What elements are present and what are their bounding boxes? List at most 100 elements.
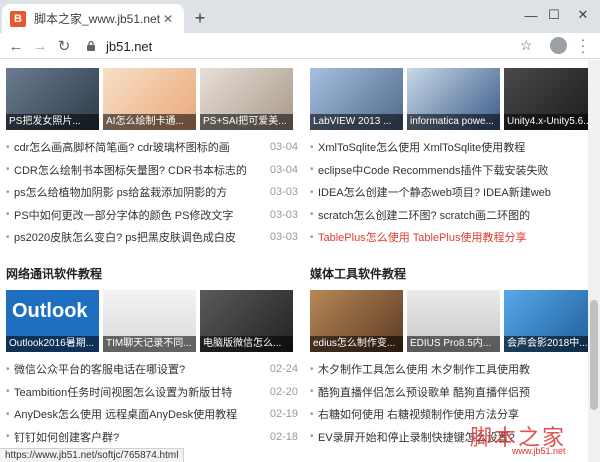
- left-top-block: PS把发女照片... AI怎么绘制卡通... PS+SAI把可爱美... • cd…: [6, 68, 298, 249]
- list-item[interactable]: • scratch怎么创建二环图? scratch画二环图的: [310, 204, 588, 227]
- browser-tab[interactable]: B 脚本之家_www.jb51.net ✕: [2, 4, 184, 33]
- list-item-title[interactable]: PS中如何更改一部分字体的颜色 PS修改文字: [14, 207, 264, 223]
- forward-button[interactable]: →: [31, 37, 49, 55]
- thumb-caption[interactable]: Unity4.x-Unity5.6...: [504, 114, 588, 130]
- thumb-row: Outlook Outlook2016暑期... TIM聊天记录不同... 电脑…: [6, 290, 298, 352]
- list-item[interactable]: • CDR怎么绘制书本图标矢量图? CDR书本标志的 03-04: [6, 159, 298, 182]
- thumb-caption[interactable]: EDIUS Pro8.5内...: [407, 336, 500, 352]
- thumb-caption[interactable]: edius怎么制作变...: [310, 336, 403, 352]
- list-item[interactable]: • 酷狗直播伴侣怎么预设歌单 酷狗直播伴侣预: [310, 381, 588, 404]
- thumb-caption[interactable]: PS把发女照片...: [6, 114, 99, 130]
- bullet-icon: •: [310, 231, 314, 243]
- thumb-card[interactable]: Unity4.x-Unity5.6...: [504, 68, 588, 130]
- list-item-title[interactable]: 微信公众平台的客服电话在哪设置?: [14, 361, 264, 377]
- list-item[interactable]: • PS中如何更改一部分字体的颜色 PS修改文字 03-03: [6, 204, 298, 227]
- lock-icon[interactable]: [84, 39, 98, 53]
- thumb-card[interactable]: 电脑版微信怎么...: [200, 290, 293, 352]
- thumb-caption[interactable]: 电脑版微信怎么...: [200, 336, 293, 352]
- bullet-icon: •: [6, 231, 10, 243]
- bullet-icon: •: [310, 141, 314, 153]
- reload-button[interactable]: ↻: [55, 37, 73, 55]
- menu-dots-icon[interactable]: · · ·: [578, 32, 588, 58]
- vertical-scrollbar[interactable]: [588, 60, 600, 462]
- bullet-icon: •: [310, 363, 314, 375]
- list-item[interactable]: • cdr怎么画高脚杯简笔画? cdr玻璃杯图标的画 03-04: [6, 136, 298, 159]
- thumb-caption[interactable]: Outlook2016暑期...: [6, 336, 99, 352]
- thumb-caption[interactable]: TIM聊天记录不同...: [103, 336, 196, 352]
- list-item[interactable]: • ps2020皮肤怎么变白? ps把黑皮肤调色成白皮 03-03: [6, 226, 298, 249]
- thumb-card[interactable]: TIM聊天记录不同...: [103, 290, 196, 352]
- thumb-card[interactable]: Outlook Outlook2016暑期...: [6, 290, 99, 352]
- bullet-icon: •: [310, 209, 314, 221]
- site-favicon-icon: B: [10, 10, 26, 27]
- list-item-title[interactable]: 木夕制作工具怎么使用 木夕制作工具使用教: [318, 361, 588, 377]
- list-item-title[interactable]: 钉钉如何创建客户群?: [14, 429, 264, 445]
- url-text[interactable]: jb51.net: [106, 39, 152, 54]
- thumb-card[interactable]: LabVIEW 2013 ...: [310, 68, 403, 130]
- tab-strip: B 脚本之家_www.jb51.net ✕ + — ☐ ✕: [0, 0, 600, 33]
- list-item[interactable]: • eclipse中Code Recommends插件下载安装失败: [310, 159, 588, 182]
- list-item-title[interactable]: IDEA怎么创建一个静态web项目? IDEA新建web: [318, 184, 588, 200]
- address-bar[interactable]: jb51.net: [76, 34, 546, 58]
- list-item[interactable]: • IDEA怎么创建一个静态web项目? IDEA新建web: [310, 181, 588, 204]
- outlook-logo: Outlook: [12, 300, 88, 322]
- list-item[interactable]: • ps怎么给植物加阴影 ps给盆栽添加阴影的方 03-03: [6, 181, 298, 204]
- thumb-card[interactable]: PS+SAI把可爱美...: [200, 68, 293, 130]
- thumb-caption[interactable]: LabVIEW 2013 ...: [310, 114, 403, 130]
- list-item-title[interactable]: 酷狗直播伴侣怎么预设歌单 酷狗直播伴侣预: [318, 384, 588, 400]
- profile-avatar[interactable]: [550, 37, 567, 54]
- list-item-date: 02-19: [269, 408, 298, 421]
- bullet-icon: •: [310, 164, 314, 176]
- bullet-icon: •: [6, 209, 10, 221]
- bullet-icon: •: [6, 141, 10, 153]
- list-item-date: 02-20: [269, 385, 298, 398]
- list-item-date: 02-18: [269, 430, 298, 443]
- list-item-title[interactable]: AnyDesk怎么使用 远程桌面AnyDesk使用教程: [14, 406, 264, 422]
- list-item-title[interactable]: scratch怎么创建二环图? scratch画二环图的: [318, 207, 588, 223]
- bullet-icon: •: [310, 186, 314, 198]
- list-item[interactable]: • 微信公众平台的客服电话在哪设置? 02-24: [6, 358, 298, 381]
- list-item-title[interactable]: eclipse中Code Recommends插件下载安装失败: [318, 162, 588, 178]
- section-title[interactable]: 网络通讯软件教程: [6, 264, 298, 284]
- thumb-card[interactable]: edius怎么制作变...: [310, 290, 403, 352]
- list-item-title[interactable]: XmlToSqlite怎么使用 XmlToSqlite使用教程: [318, 139, 588, 155]
- watermark-url: www.jb51.net: [512, 446, 566, 456]
- close-tab-icon[interactable]: ✕: [160, 11, 176, 27]
- thumb-card[interactable]: informatica powe...: [407, 68, 500, 130]
- back-button[interactable]: ←: [7, 37, 25, 55]
- list-item-title[interactable]: ps怎么给植物加阴影 ps给盆栽添加阴影的方: [14, 184, 264, 200]
- browser-toolbar: ← → ↻ jb51.net ☆ · · ·: [0, 32, 600, 59]
- list-item-title[interactable]: cdr怎么画高脚杯简笔画? cdr玻璃杯图标的画: [14, 139, 264, 155]
- thumb-caption[interactable]: 会声会影2018中...: [504, 336, 588, 352]
- scrollbar-thumb[interactable]: [590, 300, 598, 410]
- bullet-icon: •: [310, 386, 314, 398]
- list-item-title[interactable]: TablePlus怎么使用 TablePlus使用教程分享: [318, 229, 588, 245]
- thumb-caption[interactable]: PS+SAI把可爱美...: [200, 114, 293, 130]
- list-item[interactable]: • 钉钉如何创建客户群? 02-18: [6, 426, 298, 449]
- thumb-card[interactable]: EDIUS Pro8.5内...: [407, 290, 500, 352]
- thumb-card[interactable]: 会声会影2018中...: [504, 290, 588, 352]
- right-top-block: LabVIEW 2013 ... informatica powe... Uni…: [310, 68, 588, 249]
- thumb-caption[interactable]: informatica powe...: [407, 114, 500, 130]
- bookmark-star-icon[interactable]: ☆: [520, 37, 533, 54]
- list-item-title[interactable]: CDR怎么绘制书本图标矢量图? CDR书本标志的: [14, 162, 264, 178]
- close-window-button[interactable]: ✕: [560, 0, 600, 30]
- list-item[interactable]: • 木夕制作工具怎么使用 木夕制作工具使用教: [310, 358, 588, 381]
- list-item-date: 03-03: [269, 231, 298, 244]
- page-content: PS把发女照片... AI怎么绘制卡通... PS+SAI把可爱美... • cd…: [0, 60, 588, 462]
- list-item-title[interactable]: ps2020皮肤怎么变白? ps把黑皮肤调色成白皮: [14, 229, 264, 245]
- new-tab-button[interactable]: +: [192, 9, 208, 27]
- list-item[interactable]: • Teambition任务时间视图怎么设置为新版甘特 02-20: [6, 381, 298, 404]
- thumb-card[interactable]: AI怎么绘制卡通...: [103, 68, 196, 130]
- list-item[interactable]: • XmlToSqlite怎么使用 XmlToSqlite使用教程: [310, 136, 588, 159]
- bullet-icon: •: [6, 431, 10, 443]
- list-item-title[interactable]: Teambition任务时间视图怎么设置为新版甘特: [14, 384, 264, 400]
- thumb-card[interactable]: PS把发女照片...: [6, 68, 99, 130]
- tab-title: 脚本之家_www.jb51.net: [34, 12, 160, 26]
- section-title[interactable]: 媒体工具软件教程: [310, 264, 588, 284]
- thumb-caption[interactable]: AI怎么绘制卡通...: [103, 114, 196, 130]
- list-item[interactable]: • AnyDesk怎么使用 远程桌面AnyDesk使用教程 02-19: [6, 403, 298, 426]
- list-item-date: 03-03: [269, 186, 298, 199]
- list-item[interactable]: • TablePlus怎么使用 TablePlus使用教程分享: [310, 226, 588, 249]
- left-bottom-block: 网络通讯软件教程 Outlook Outlook2016暑期... TIM聊天记…: [6, 264, 298, 448]
